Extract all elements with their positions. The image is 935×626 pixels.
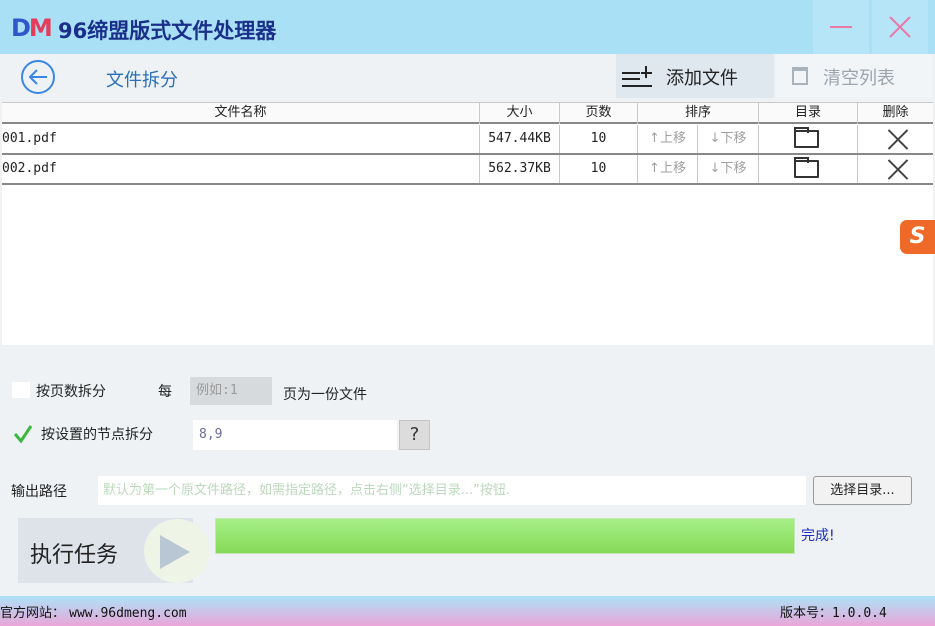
node-input[interactable]: 8,9 [193, 420, 397, 450]
add-file-label: 添加文件 [666, 68, 738, 89]
table-row[interactable]: 001.pdf 547.44KB 10 ↑上移 ↓下移 [2, 125, 933, 155]
table-header: 文件名称 大小 页数 排序 目录 删除 [2, 102, 933, 124]
close-icon [886, 158, 910, 180]
app-title: 96缔盟版式文件处理器 [58, 19, 277, 43]
col-header-name[interactable]: 文件名称 [2, 103, 480, 124]
move-down-button[interactable]: ↓下移 [698, 155, 759, 183]
logo-letter-d: D [11, 14, 31, 42]
move-up-button[interactable]: ↑上移 [638, 155, 698, 183]
col-header-delete[interactable]: 删除 [858, 103, 933, 124]
page-title: 文件拆分 [106, 70, 178, 91]
file-table: 文件名称 大小 页数 排序 目录 删除 001.pdf 547.44KB 10 … [2, 102, 933, 345]
clear-list-label: 清空列表 [823, 68, 895, 89]
close-icon [889, 16, 911, 38]
add-list-icon [622, 66, 652, 88]
choose-directory-button[interactable]: 选择目录... [813, 476, 912, 505]
output-path-label: 输出路径 [11, 484, 67, 500]
minimize-icon [830, 26, 852, 28]
file-size-cell: 562.37KB [480, 155, 560, 183]
website-label: 官方网站： [0, 606, 66, 621]
progress-bar [215, 518, 795, 554]
minimize-button[interactable] [813, 0, 869, 54]
folder-icon [794, 127, 819, 148]
add-file-button[interactable]: 添加文件 [616, 54, 774, 98]
run-task-label: 执行任务 [30, 543, 119, 568]
page-count-cell: 10 [560, 155, 638, 183]
file-name-cell: 001.pdf [2, 125, 480, 153]
back-arrow-icon [28, 69, 47, 85]
logo-letter-m: M [28, 14, 53, 42]
split-by-pages-checkbox[interactable] [12, 382, 30, 398]
split-by-pages-label: 按页数拆分 [36, 384, 106, 400]
col-header-pages[interactable]: 页数 [560, 103, 638, 124]
pages-per-file-input[interactable]: 例如:1 [190, 377, 272, 405]
pages-suffix-label: 页为一份文件 [283, 387, 367, 403]
version-label: 版本号： [780, 606, 833, 621]
help-button[interactable]: ? [399, 420, 430, 450]
table-row[interactable]: 002.pdf 562.37KB 10 ↑上移 ↓下移 [2, 155, 933, 185]
website-link[interactable]: www.96dmeng.com [69, 606, 186, 621]
run-task-button[interactable]: 执行任务 [18, 518, 210, 583]
split-by-node-label: 按设置的节点拆分 [41, 427, 153, 443]
move-up-button[interactable]: ↑上移 [638, 125, 698, 153]
close-window-button[interactable] [872, 0, 928, 54]
col-header-dir[interactable]: 目录 [759, 103, 858, 124]
folder-icon [794, 157, 819, 178]
version-number: 1.0.0.4 [832, 606, 887, 621]
col-header-size[interactable]: 大小 [480, 103, 560, 124]
file-size-cell: 547.44KB [480, 125, 560, 153]
version-info: 版本号：1.0.0.4 [780, 602, 887, 621]
status-text: 完成! [801, 528, 835, 544]
clear-list-button[interactable]: 清空列表 [776, 54, 932, 98]
output-path-input[interactable]: 默认为第一个原文件路径，如需指定路径，点击右侧“选择目录...”按钮. [98, 476, 806, 505]
file-name-cell: 002.pdf [2, 155, 480, 183]
col-header-order[interactable]: 排序 [638, 103, 759, 124]
title-bar: DM 96缔盟版式文件处理器 [0, 0, 935, 54]
delete-row-button[interactable] [858, 155, 933, 183]
status-bar: 官方网站： www.96dmeng.com 版本号：1.0.0.4 [0, 596, 935, 626]
delete-row-button[interactable] [858, 125, 933, 153]
close-icon [886, 128, 910, 150]
open-folder-button[interactable] [759, 155, 858, 183]
back-button[interactable] [21, 60, 55, 94]
every-label: 每 [158, 384, 172, 400]
move-down-button[interactable]: ↓下移 [698, 125, 759, 153]
website-info: 官方网站： www.96dmeng.com [0, 602, 187, 621]
app-logo: DM [11, 14, 53, 42]
trash-icon [792, 67, 808, 85]
progress-fill [215, 518, 795, 554]
play-icon [160, 535, 190, 569]
open-folder-button[interactable] [759, 125, 858, 153]
page-count-cell: 10 [560, 125, 638, 153]
check-icon[interactable] [13, 424, 33, 444]
input-method-icon[interactable]: S [900, 220, 935, 254]
